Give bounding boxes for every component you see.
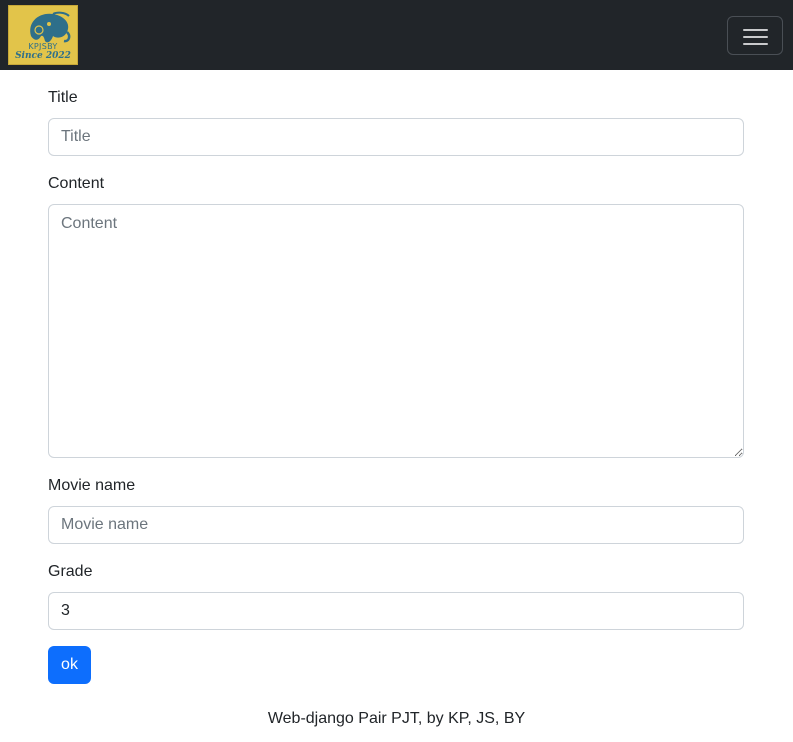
navbar-toggle-button[interactable] [727, 16, 783, 55]
movie-name-input[interactable] [48, 506, 744, 544]
ok-button[interactable]: ok [48, 646, 91, 684]
title-label: Title [48, 89, 78, 106]
content-label: Content [48, 175, 105, 192]
grade-input[interactable] [48, 592, 744, 630]
title-input[interactable] [48, 118, 744, 156]
brand-logo[interactable]: KPJSBY Since 2022 [8, 5, 78, 65]
navbar: KPJSBY Since 2022 [0, 0, 793, 70]
logo-text-line1: KPJSBY [28, 42, 58, 51]
footer-text: Web-django Pair PJT, by KP, JS, BY [267, 710, 526, 727]
movie-name-label: Movie name [48, 477, 136, 494]
grade-label: Grade [48, 563, 93, 580]
hamburger-menu-icon [743, 29, 768, 31]
hamburger-menu-icon [743, 43, 768, 45]
content-textarea[interactable] [48, 204, 744, 458]
logo-text-line2: Since 2022 [15, 51, 71, 61]
hamburger-menu-icon [743, 36, 768, 38]
